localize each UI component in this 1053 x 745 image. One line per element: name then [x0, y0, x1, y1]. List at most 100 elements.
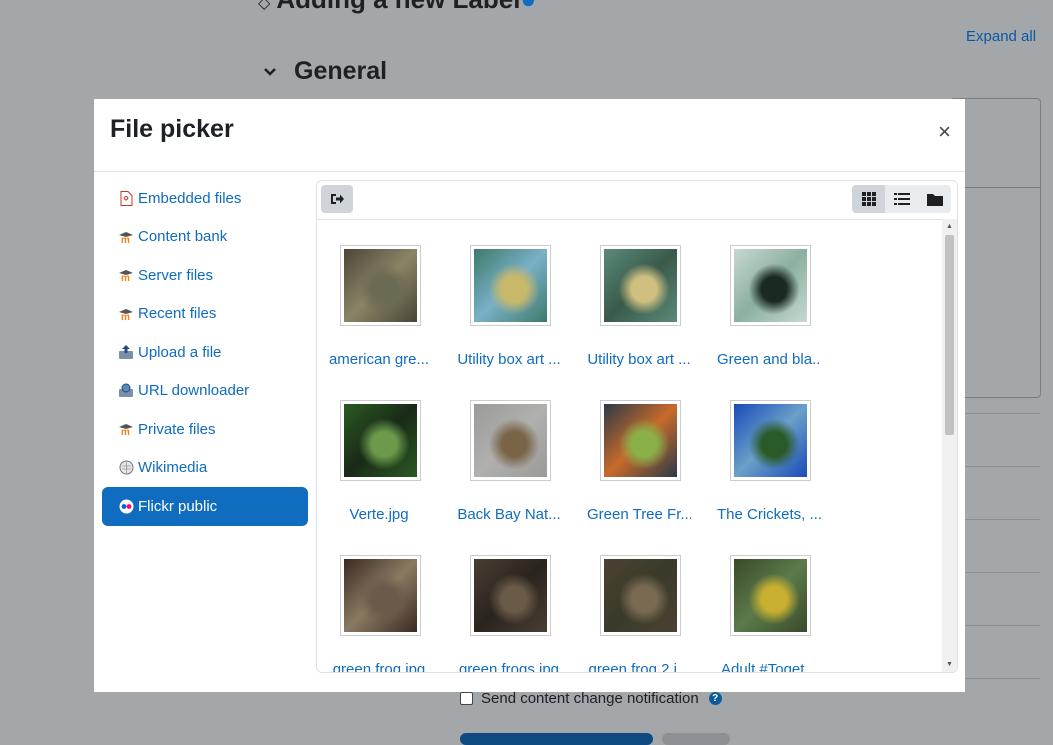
- file-picker-dialog: File picker × Embedded files m Content ban…: [94, 99, 965, 692]
- photo-image: [344, 559, 417, 632]
- notify-checkbox[interactable]: [460, 692, 473, 705]
- folder-icon: [926, 193, 943, 206]
- photo-image: [604, 249, 677, 322]
- cancel-button[interactable]: [662, 733, 730, 745]
- sidebar-item-recent-files[interactable]: m Recent files: [102, 295, 308, 334]
- file-name-link[interactable]: green frogs.jpg: [457, 661, 561, 672]
- sidebar-item-upload-a-file[interactable]: Upload a file: [102, 333, 308, 372]
- photo-image: [474, 404, 547, 477]
- modal-title: File picker: [110, 115, 234, 143]
- sidebar-item-label: Upload a file: [138, 343, 222, 361]
- file-name-link[interactable]: Utility box art ...: [457, 351, 561, 368]
- moodle-icon: m: [118, 229, 134, 245]
- sidebar-item-content-bank[interactable]: m Content bank: [102, 218, 308, 257]
- file-thumbnail[interactable]: [340, 555, 421, 636]
- file-thumbnail[interactable]: [340, 245, 421, 326]
- sidebar-item-url-downloader[interactable]: URL downloader: [102, 372, 308, 411]
- file-thumbnail[interactable]: [600, 400, 681, 481]
- sidebar-item-embedded-files[interactable]: Embedded files: [102, 179, 308, 218]
- flickr-icon: [118, 498, 134, 514]
- sidebar-item-label: Content bank: [138, 228, 228, 246]
- list-icon: [893, 193, 910, 205]
- file-thumbnail[interactable]: [600, 555, 681, 636]
- file-name-link[interactable]: Green and bla...: [717, 351, 821, 368]
- sidebar-item-flickr-public[interactable]: Flickr public: [102, 487, 308, 526]
- sidebar-item-server-files[interactable]: m Server files: [102, 256, 308, 295]
- section-general-header[interactable]: General: [264, 57, 387, 86]
- file-thumbnail[interactable]: [730, 555, 811, 636]
- file-name-link[interactable]: american gre...: [327, 351, 431, 368]
- file-browser: american gre... Utility box art ... Utilit…: [316, 180, 958, 673]
- svg-text:m: m: [121, 273, 130, 281]
- file-name-link[interactable]: Back Bay Nat...: [457, 506, 561, 523]
- help-dot-icon: ●: [520, 0, 536, 14]
- sidebar-item-private-files[interactable]: m Private files: [102, 410, 308, 449]
- photo-image: [474, 249, 547, 322]
- file-thumbnail[interactable]: [470, 555, 551, 636]
- view-switcher: [852, 185, 951, 213]
- scroll-up-icon[interactable]: ▲: [946, 223, 953, 230]
- file-name-link[interactable]: green frog 2.j...: [587, 661, 691, 672]
- photo-image: [604, 404, 677, 477]
- embedded-files-icon: [118, 190, 134, 206]
- sidebar-item-label: URL downloader: [138, 382, 250, 400]
- notify-option: Send content change notification ?: [460, 690, 722, 707]
- page-title: ◇Adding a new Label●: [258, 0, 536, 15]
- modal-header: File picker ×: [94, 99, 965, 172]
- file-name-link[interactable]: Verte.jpg: [327, 506, 431, 523]
- photo-image: [344, 249, 417, 322]
- file-name-link[interactable]: Green Tree Fr...: [587, 506, 691, 523]
- file-name-link[interactable]: The Crickets, ...: [717, 506, 821, 523]
- sidebar-item-label: Embedded files: [138, 189, 242, 207]
- upload-icon: [118, 344, 134, 360]
- logout-icon: [331, 194, 344, 204]
- help-icon[interactable]: ?: [708, 692, 722, 705]
- photo-image: [734, 249, 807, 322]
- file-thumbnail[interactable]: [730, 400, 811, 481]
- scroll-down-icon[interactable]: ▼: [946, 661, 953, 668]
- diamond-icon: ◇: [258, 0, 271, 12]
- chevron-down-icon: [264, 67, 276, 76]
- close-icon[interactable]: ×: [938, 121, 951, 143]
- file-thumbnail[interactable]: [600, 245, 681, 326]
- divider: [965, 519, 1040, 520]
- moodle-icon: m: [118, 267, 134, 283]
- browser-toolbar: [317, 181, 957, 220]
- svg-text:m: m: [121, 235, 130, 243]
- file-thumbnail[interactable]: [470, 245, 551, 326]
- moodle-icon: m: [118, 421, 134, 437]
- logout-button[interactable]: [321, 185, 353, 213]
- photo-image: [604, 559, 677, 632]
- scroll-thumb[interactable]: [945, 235, 954, 435]
- sidebar-item-label: Flickr public: [138, 497, 218, 515]
- save-button[interactable]: [460, 733, 653, 745]
- svg-text:m: m: [121, 427, 130, 435]
- expand-all-link[interactable]: Expand all: [966, 28, 1036, 45]
- sidebar-item-label: Server files: [138, 266, 214, 284]
- file-thumbnail[interactable]: [730, 245, 811, 326]
- scrollbar[interactable]: ▲ ▼: [942, 219, 957, 672]
- sidebar-item-label: Private files: [138, 420, 216, 438]
- file-name-link[interactable]: green frog.jpg: [327, 661, 431, 672]
- photo-image: [734, 559, 807, 632]
- file-name-link[interactable]: Utility box art ...: [587, 351, 691, 368]
- file-name-link[interactable]: Adult #Toget...: [717, 661, 821, 672]
- file-thumbnail[interactable]: [340, 400, 421, 481]
- sidebar-item-wikimedia[interactable]: Wikimedia: [102, 449, 308, 488]
- grid-icon: [861, 192, 876, 206]
- moodle-icon: m: [118, 306, 134, 322]
- sidebar-item-label: Recent files: [138, 305, 217, 323]
- repository-sidebar: Embedded files m Content bank m Server files…: [102, 179, 308, 526]
- file-thumbnail[interactable]: [470, 400, 551, 481]
- sidebar-item-label: Wikimedia: [138, 459, 208, 477]
- view-list-button[interactable]: [885, 185, 918, 213]
- photo-image: [474, 559, 547, 632]
- divider: [965, 466, 1040, 467]
- divider: [965, 572, 1040, 573]
- photo-image: [734, 404, 807, 477]
- view-tree-button[interactable]: [918, 185, 951, 213]
- photo-image: [344, 404, 417, 477]
- svg-text:m: m: [121, 312, 130, 320]
- view-icons-button[interactable]: [852, 185, 885, 213]
- divider: [965, 678, 1040, 679]
